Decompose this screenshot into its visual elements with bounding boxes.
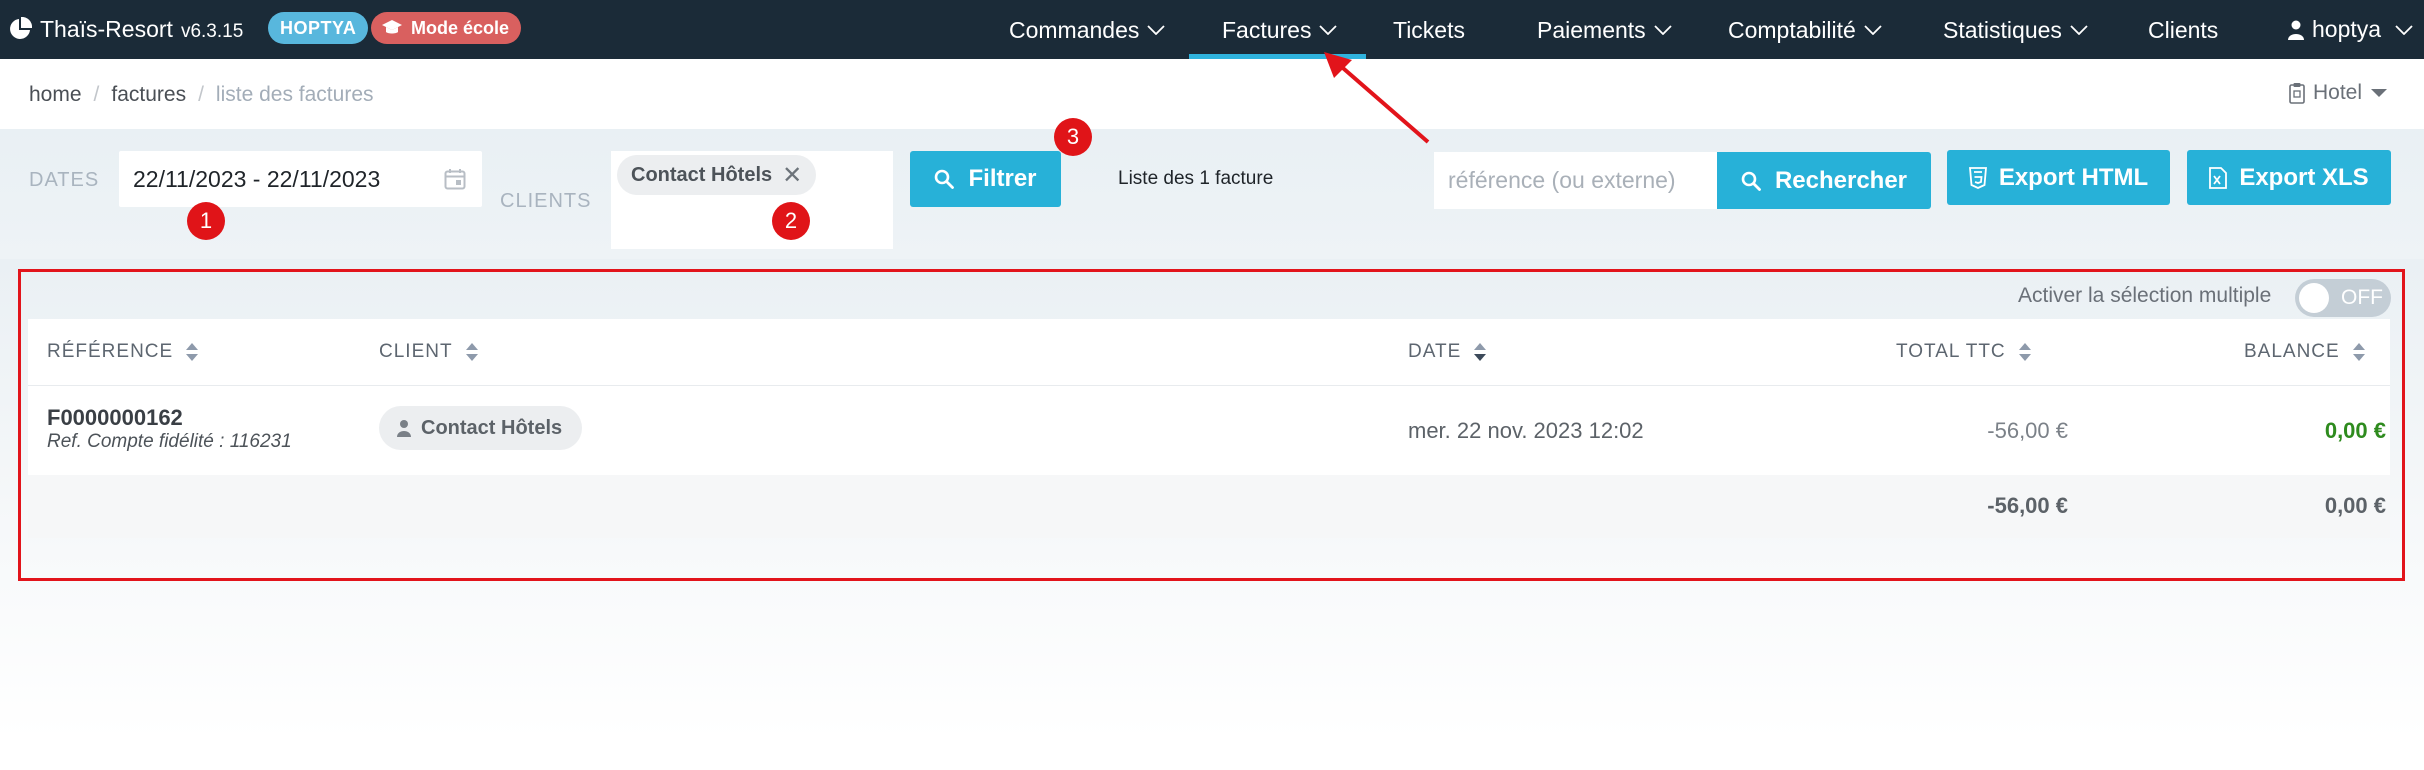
- chevron-down-icon: [1147, 24, 1166, 35]
- export-xls-label: Export XLS: [2239, 163, 2369, 191]
- chevron-down-icon: [1654, 24, 1672, 35]
- hotel-selector[interactable]: Hotel: [2289, 81, 2388, 105]
- school-mode-badge[interactable]: Mode école: [371, 12, 522, 44]
- filter-button[interactable]: Filtrer: [910, 151, 1061, 207]
- annotation-marker-3: 3: [1054, 118, 1092, 156]
- highlight-frame: [18, 269, 2405, 581]
- client-filter-chip: Contact Hôtels ✕: [617, 155, 817, 195]
- html5-icon: [1968, 166, 1987, 189]
- nav-tickets-label: Tickets: [1393, 16, 1465, 43]
- remove-chip-icon[interactable]: ✕: [782, 161, 802, 190]
- nav-clients-label: Clients: [2148, 16, 2219, 43]
- annotation-arrow-icon: [1324, 52, 1430, 144]
- breadcrumb: home / factures / liste des factures: [29, 83, 374, 107]
- breadcrumb-current: liste des factures: [215, 83, 374, 106]
- invoice-count: Liste des 1 facture: [1118, 168, 1274, 189]
- chevron-down-icon: [1319, 24, 1338, 35]
- excel-file-icon: [2209, 166, 2228, 189]
- graduation-cap-icon: [382, 20, 402, 34]
- client-filter-chip-label: Contact Hôtels: [631, 163, 773, 186]
- nav-comptabilite-label: Comptabilité: [1728, 16, 1856, 43]
- filter-button-label: Filtrer: [968, 165, 1037, 192]
- clients-multiselect[interactable]: Contact Hôtels ✕: [611, 151, 893, 249]
- search-icon: [935, 169, 955, 189]
- caret-down-icon: [2371, 89, 2388, 97]
- breadcrumb-separator: /: [198, 83, 204, 106]
- export-xls-button[interactable]: Export XLS: [2187, 150, 2391, 205]
- annotation-marker-1: 1: [187, 202, 225, 240]
- brand[interactable]: Thaïs-Resort v6.3.15: [8, 12, 243, 46]
- account-badge[interactable]: HOPTYA: [268, 12, 369, 44]
- nav-statistiques-label: Statistiques: [1943, 16, 2062, 43]
- pie-chart-logo-icon: [10, 17, 32, 39]
- user-icon: [2288, 20, 2304, 40]
- search-button[interactable]: Rechercher: [1717, 152, 1931, 209]
- export-html-label: Export HTML: [1998, 163, 2149, 191]
- calendar-icon[interactable]: [444, 168, 466, 190]
- annotation-marker-2: 2: [772, 202, 810, 240]
- nav-comptabilite[interactable]: Comptabilité: [1728, 0, 1882, 59]
- breadcrumb-separator: /: [93, 83, 100, 106]
- app-version: v6.3.15: [180, 21, 244, 42]
- filter-bar: DATES 22/11/2023 - 22/11/2023 CLIENTS Co…: [0, 129, 2424, 259]
- brand-name: Thaïs-Resort: [40, 15, 173, 42]
- search-icon: [1741, 171, 1761, 191]
- nav-commandes-label: Commandes: [1009, 16, 1140, 43]
- chevron-down-icon: [2395, 24, 2413, 35]
- chevron-down-icon: [1864, 24, 1882, 35]
- school-mode-label: Mode école: [411, 18, 510, 38]
- chevron-down-icon: [2070, 24, 2088, 35]
- date-range-value: 22/11/2023 - 22/11/2023: [133, 166, 381, 192]
- nav-commandes[interactable]: Commandes: [1009, 0, 1166, 59]
- nav-factures-label: Factures: [1222, 16, 1312, 43]
- dates-label: DATES: [29, 169, 100, 191]
- hotel-selector-label: Hotel: [2313, 81, 2363, 104]
- nav-paiements-label: Paiements: [1537, 16, 1646, 43]
- nav-clients[interactable]: Clients: [2148, 0, 2218, 59]
- search-button-label: Rechercher: [1774, 166, 1908, 194]
- export-html-button[interactable]: Export HTML: [1947, 150, 2170, 205]
- nav-statistiques[interactable]: Statistiques: [1943, 0, 2088, 59]
- breadcrumb-home[interactable]: home: [29, 83, 82, 107]
- breadcrumb-bar: home / factures / liste des factures Hot…: [0, 59, 2424, 129]
- nav-paiements[interactable]: Paiements: [1537, 0, 1672, 59]
- clipboard-icon: [2289, 83, 2305, 104]
- user-name: hoptya: [2312, 16, 2382, 42]
- breadcrumb-factures[interactable]: factures: [111, 83, 186, 107]
- user-menu[interactable]: hoptya: [2288, 0, 2413, 59]
- clients-label: CLIENTS: [500, 190, 592, 212]
- date-range-input[interactable]: 22/11/2023 - 22/11/2023: [119, 151, 482, 207]
- top-navbar: Thaïs-Resort v6.3.15 HOPTYA Mode école C…: [0, 0, 2424, 59]
- reference-search-input[interactable]: [1434, 152, 1717, 209]
